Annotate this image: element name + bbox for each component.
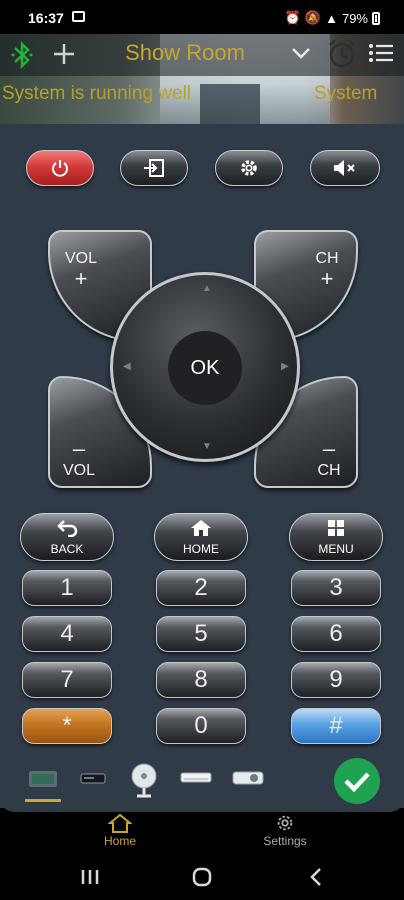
minus-icon: –: [322, 436, 336, 461]
key-0[interactable]: 0: [156, 708, 246, 744]
back-nav-icon[interactable]: [310, 868, 321, 886]
key-6[interactable]: 6: [291, 616, 381, 652]
room-title[interactable]: Show Room: [110, 40, 260, 66]
back-label: BACK: [50, 542, 84, 556]
key-8[interactable]: 8: [156, 662, 246, 698]
bottom-nav: Home Settings: [0, 812, 404, 854]
home-icon: [155, 519, 247, 540]
gear-icon: [241, 160, 257, 176]
key-hash[interactable]: #: [291, 708, 381, 744]
power-icon: [52, 160, 68, 177]
gear-icon: [277, 815, 293, 831]
battery-icon: [372, 11, 380, 25]
nav-settings[interactable]: Settings: [235, 812, 335, 854]
back-arrow-icon: [21, 519, 113, 540]
home-button[interactable]: HOME: [154, 513, 248, 561]
key-7[interactable]: 7: [22, 662, 112, 698]
key-1[interactable]: 1: [22, 570, 112, 606]
back-button[interactable]: BACK: [20, 513, 114, 561]
gallery-notification-icon: [72, 11, 85, 22]
key-3[interactable]: 3: [291, 570, 381, 606]
minus-icon: –: [72, 436, 86, 461]
alarm-clock-icon[interactable]: [326, 37, 358, 69]
remote-panel: VOL + CH + – VOL – CH ▲ ▼ ◀ ▶ OK BACK HO…: [0, 124, 404, 812]
key-star[interactable]: *: [22, 708, 112, 744]
home-icon: [107, 813, 133, 833]
left-arrow-icon[interactable]: ◀: [123, 361, 131, 372]
up-arrow-icon[interactable]: ▲: [202, 283, 212, 294]
chevron-down-icon[interactable]: [290, 42, 312, 64]
status-marquee: System is running well: [2, 83, 192, 104]
ch-down-label: CH: [317, 462, 341, 479]
key-5[interactable]: 5: [156, 616, 246, 652]
menu-grid-icon: [290, 519, 382, 540]
battery-percent: 79%: [341, 10, 368, 26]
power-button[interactable]: [26, 150, 94, 186]
status-marquee-repeat: System: [314, 83, 378, 104]
down-arrow-icon[interactable]: ▼: [202, 441, 212, 452]
confirm-button[interactable]: [334, 758, 380, 804]
menu-label: MENU: [318, 542, 354, 556]
menu-button[interactable]: MENU: [289, 513, 383, 561]
device-selector: [0, 748, 404, 808]
mute-button[interactable]: [310, 150, 380, 186]
ok-button[interactable]: OK: [168, 331, 242, 405]
key-4[interactable]: 4: [22, 616, 112, 652]
right-arrow-icon[interactable]: ▶: [281, 361, 289, 372]
input-source-button[interactable]: [120, 150, 188, 186]
recent-apps-icon[interactable]: [81, 870, 99, 884]
room-photo-detail: [200, 84, 260, 124]
settings-button[interactable]: [215, 150, 283, 186]
home-nav-icon[interactable]: [192, 867, 212, 887]
plus-icon: +: [320, 266, 334, 291]
tv-box-device-icon[interactable]: [25, 762, 61, 802]
menu-list-icon[interactable]: [368, 42, 394, 64]
checkmark-icon: [344, 772, 370, 793]
status-bar: 16:37 ⏰ 🔕 ▲ 79%: [0, 0, 404, 34]
plus-icon: +: [74, 266, 88, 291]
key-9[interactable]: 9: [291, 662, 381, 698]
add-icon[interactable]: [52, 38, 76, 68]
status-icons: ⏰ 🔕 ▲ 79%: [285, 10, 380, 26]
alarm-status-icon: ⏰: [284, 10, 301, 25]
bluetooth-icon[interactable]: [10, 40, 36, 70]
mute-icon: [334, 160, 355, 176]
system-navigation-bar: [0, 854, 404, 900]
air-conditioner-device-icon[interactable]: [180, 762, 212, 792]
nav-settings-label: Settings: [263, 834, 307, 848]
vol-down-label: VOL: [62, 462, 95, 479]
nav-home-label: Home: [103, 834, 136, 848]
home-label: HOME: [183, 542, 219, 556]
signal-icon: ▲: [325, 10, 338, 26]
key-2[interactable]: 2: [156, 570, 246, 606]
receiver-device-icon[interactable]: [80, 762, 106, 792]
status-time: 16:37: [28, 10, 64, 26]
projector-device-icon[interactable]: [232, 762, 264, 792]
fan-device-icon[interactable]: [128, 762, 160, 798]
input-source-icon: [144, 159, 164, 177]
nav-home[interactable]: Home: [70, 812, 170, 854]
mute-status-icon: 🔕: [304, 10, 322, 25]
room-header: Show Room System is running well System: [0, 34, 404, 124]
